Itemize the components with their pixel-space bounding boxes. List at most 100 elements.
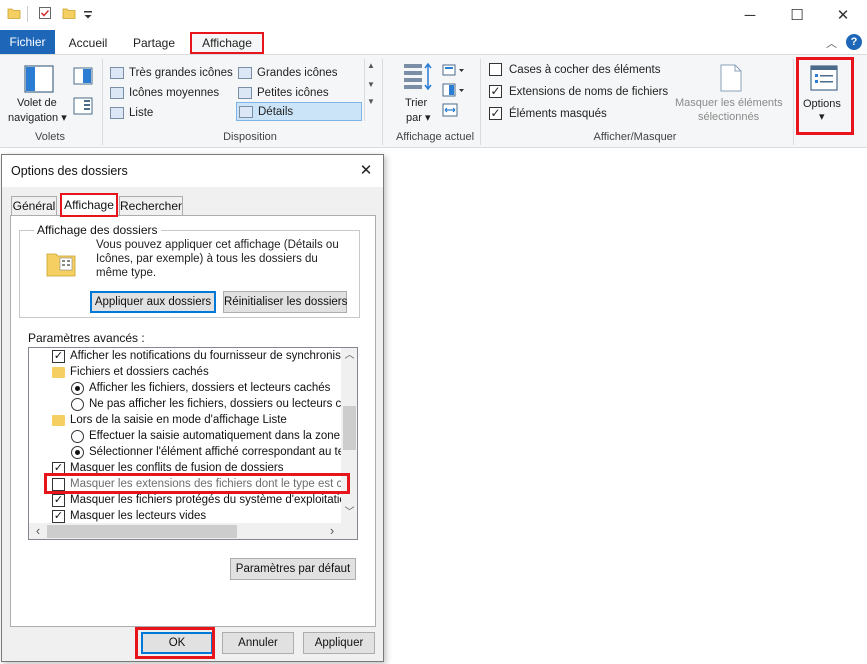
customize-qat-icon[interactable] bbox=[83, 10, 93, 20]
new-folder-icon[interactable] bbox=[62, 6, 76, 20]
hide-selected-icon[interactable] bbox=[718, 63, 744, 93]
folder-view-description: Vous pouvez appliquer cet affichage (Dét… bbox=[96, 239, 339, 279]
scroll-up-icon[interactable]: ︿ bbox=[341, 348, 357, 364]
cancel-button[interactable]: Annuler bbox=[222, 632, 294, 654]
folder-view-icon bbox=[46, 253, 76, 277]
layout-list[interactable]: Liste bbox=[110, 103, 153, 122]
folder-icon[interactable] bbox=[7, 6, 21, 20]
hidden-items-checkbox[interactable]: ✓ bbox=[489, 107, 502, 120]
apply-button[interactable]: Appliquer bbox=[303, 632, 375, 654]
horizontal-scrollbar[interactable]: ‹ › bbox=[29, 523, 357, 539]
group-label-volets: Volets bbox=[35, 131, 65, 143]
navigation-pane-icon[interactable] bbox=[24, 65, 54, 93]
apply-to-folders-button[interactable]: Appliquer aux dossiers bbox=[90, 291, 216, 313]
options-dropdown-arrow[interactable]: ▾ bbox=[819, 110, 825, 123]
layout-medium-icons[interactable]: Icônes moyennes bbox=[110, 83, 219, 102]
scroll-left-icon[interactable]: ‹ bbox=[31, 523, 45, 539]
folder-options-dialog: Options des dossiers ✕ Général Affichage… bbox=[1, 154, 384, 662]
scroll-down-icon[interactable]: ﹀ bbox=[341, 505, 357, 521]
group-by-icon[interactable] bbox=[442, 63, 466, 77]
details-icon bbox=[239, 105, 253, 118]
vertical-scrollbar[interactable]: ︿ ﹀ bbox=[341, 348, 357, 523]
add-columns-icon[interactable] bbox=[442, 83, 466, 97]
sort-by-label[interactable]: Trier bbox=[405, 97, 427, 109]
close-window-button[interactable]: ✕ bbox=[823, 4, 863, 26]
file-extensions-toggle[interactable]: ✓ Extensions de noms de fichiers bbox=[489, 85, 668, 98]
dialog-titlebar: Options des dossiers ✕ bbox=[2, 155, 383, 187]
size-columns-icon[interactable] bbox=[442, 103, 458, 117]
folder-view-title: Affichage des dossiers bbox=[34, 223, 161, 237]
layout-gallery-scroll[interactable]: ▲ ▼ ▼ bbox=[364, 59, 377, 121]
group-label-disposition: Disposition bbox=[223, 131, 277, 143]
setting-radio[interactable] bbox=[71, 429, 84, 443]
list-item[interactable]: ✓ Masquer les lecteurs vides bbox=[52, 508, 206, 524]
navigation-pane-label-2[interactable]: navigation ▾ bbox=[8, 111, 67, 124]
list-item[interactable]: Effectuer la saisie automatiquement dans… bbox=[71, 428, 357, 444]
help-icon[interactable]: ? bbox=[846, 34, 862, 50]
list-item[interactable]: Afficher les fichiers, dossiers et lecte… bbox=[71, 380, 330, 396]
ribbon-separator bbox=[102, 59, 103, 145]
options-icon[interactable] bbox=[810, 65, 838, 91]
list-item[interactable]: ✓ Afficher les notifications du fournisse… bbox=[52, 348, 357, 364]
file-extensions-checkbox[interactable]: ✓ bbox=[489, 85, 502, 98]
hide-selected-label[interactable]: Masquer les éléments bbox=[675, 97, 783, 109]
group-label-afficher-masquer: Afficher/Masquer bbox=[593, 131, 677, 143]
setting-checkbox[interactable]: ✓ bbox=[52, 509, 65, 523]
sort-by-icon[interactable] bbox=[402, 61, 434, 93]
layout-large-icons[interactable]: Grandes icônes bbox=[238, 63, 338, 82]
item-checkboxes-toggle[interactable]: Cases à cocher des éléments bbox=[489, 63, 661, 76]
list-item: Lors de la saisie en mode d'affichage Li… bbox=[52, 412, 287, 428]
setting-radio[interactable] bbox=[71, 397, 84, 411]
minimize-button[interactable]: ─ bbox=[730, 4, 770, 26]
scroll-thumb[interactable] bbox=[343, 406, 356, 450]
tab-affichage[interactable]: Affichage bbox=[190, 32, 264, 54]
tab-partage[interactable]: Partage bbox=[124, 32, 184, 54]
item-checkboxes-checkbox[interactable] bbox=[489, 63, 502, 76]
list-item[interactable]: Sélectionner l'élément affiché correspon… bbox=[71, 444, 357, 460]
list-item[interactable]: Ne pas afficher les fichiers, dossiers o… bbox=[71, 396, 357, 412]
reset-folders-button[interactable]: Réinitialiser les dossiers bbox=[223, 291, 347, 313]
layout-small-icons[interactable]: Petites icônes bbox=[238, 83, 329, 102]
gallery-more-icon[interactable]: ▼ bbox=[365, 97, 377, 106]
options-label[interactable]: Options bbox=[803, 98, 841, 110]
tab-accueil[interactable]: Accueil bbox=[60, 32, 116, 54]
setting-checkbox[interactable]: ✓ bbox=[52, 349, 65, 363]
layout-details[interactable]: Détails bbox=[236, 102, 362, 121]
hscroll-thumb[interactable] bbox=[47, 525, 237, 538]
maximize-button[interactable]: ☐ bbox=[777, 4, 817, 26]
advanced-settings-label: Paramètres avancés : bbox=[28, 331, 145, 345]
large-icons-icon bbox=[238, 66, 252, 79]
group-label-affichage-actuel: Affichage actuel bbox=[395, 131, 475, 143]
ribbon-separator bbox=[793, 59, 794, 145]
details-pane-icon[interactable] bbox=[73, 97, 93, 115]
window-titlebar: ─ ☐ ✕ bbox=[0, 0, 867, 30]
tab-affichage-dialog[interactable]: Affichage bbox=[60, 193, 118, 217]
restore-defaults-button[interactable]: Paramètres par défaut bbox=[230, 558, 356, 580]
tab-fichier[interactable]: Fichier bbox=[0, 30, 55, 54]
list-item[interactable]: ✓ Masquer les fichiers protégés du systèm… bbox=[52, 492, 357, 508]
small-icons-icon bbox=[238, 86, 252, 99]
dialog-close-button[interactable]: ✕ bbox=[354, 160, 378, 182]
gallery-down-icon[interactable]: ▼ bbox=[365, 80, 377, 89]
hidden-items-toggle[interactable]: ✓ Éléments masqués bbox=[489, 107, 607, 120]
sort-by-label-2[interactable]: par ▾ bbox=[406, 111, 430, 124]
setting-radio[interactable] bbox=[71, 381, 84, 395]
tab-general[interactable]: Général bbox=[11, 196, 57, 216]
list-icon bbox=[110, 106, 124, 119]
scroll-right-icon[interactable]: › bbox=[325, 523, 339, 539]
collapse-ribbon-icon[interactable]: ︿ bbox=[826, 35, 837, 51]
setting-radio[interactable] bbox=[71, 445, 84, 459]
preview-pane-icon[interactable] bbox=[73, 67, 93, 85]
folder-icon bbox=[52, 366, 65, 378]
hide-selected-label-2[interactable]: sélectionnés bbox=[698, 111, 759, 123]
layout-extra-large-icons[interactable]: Très grandes icônes bbox=[110, 63, 233, 82]
hide-extensions-highlight bbox=[44, 473, 350, 494]
navigation-pane-label[interactable]: Volet de bbox=[17, 97, 57, 109]
setting-checkbox[interactable]: ✓ bbox=[52, 493, 65, 507]
ribbon-separator bbox=[382, 59, 383, 145]
ribbon-separator bbox=[480, 59, 481, 145]
gallery-up-icon[interactable]: ▲ bbox=[365, 61, 377, 70]
tab-rechercher[interactable]: Rechercher bbox=[119, 196, 183, 216]
advanced-settings-list[interactable]: ✓ Afficher les notifications du fournisse… bbox=[28, 347, 358, 540]
properties-icon[interactable] bbox=[38, 6, 52, 20]
